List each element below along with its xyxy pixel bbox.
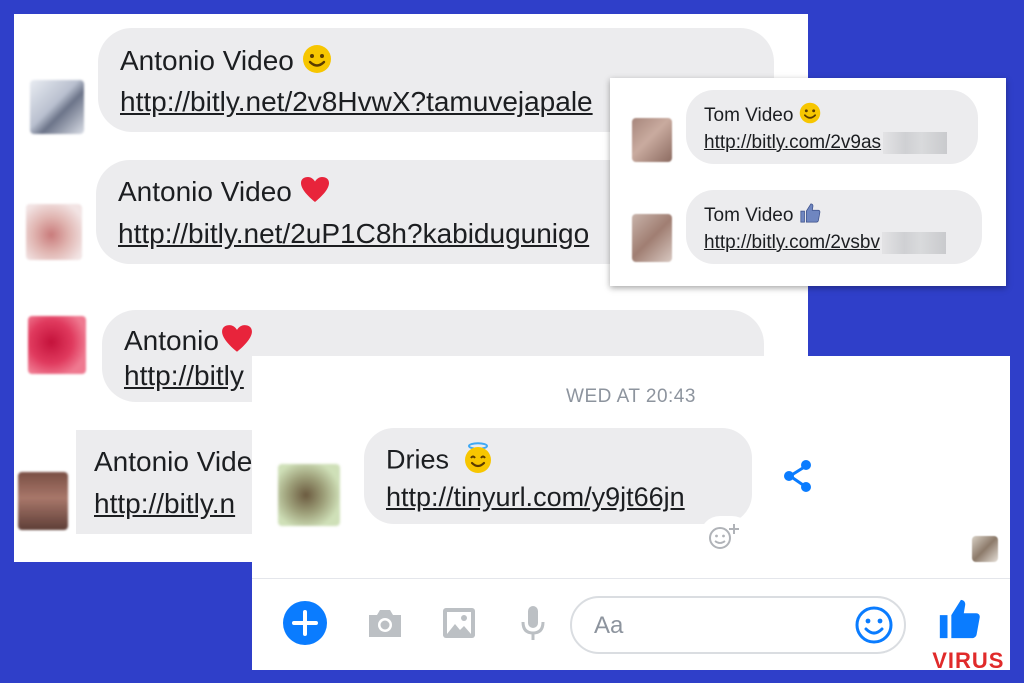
add-reaction-icon bbox=[709, 524, 739, 549]
watermark-logo: LOSVIRUS bbox=[884, 648, 1005, 673]
message-link[interactable]: http://bitly.com/2v9as bbox=[704, 132, 948, 154]
innocent-emoji bbox=[463, 442, 493, 481]
blurred-text bbox=[883, 132, 948, 154]
avatar bbox=[28, 316, 86, 374]
message-bubble[interactable]: Dries http://tinyurl.com/y9jt66jn bbox=[364, 428, 752, 524]
sender-name: Dries bbox=[386, 442, 493, 481]
image-button[interactable] bbox=[436, 600, 482, 646]
timestamp: WED AT 20:43 bbox=[566, 386, 696, 407]
message-link[interactable]: http://tinyurl.com/y9jt66jn bbox=[386, 482, 685, 513]
like-button[interactable] bbox=[936, 596, 982, 642]
smiley-emoji bbox=[799, 102, 821, 130]
share-button[interactable] bbox=[778, 456, 818, 496]
message-link[interactable]: http://bitly.net/2uP1C8h?kabidugunigo bbox=[118, 218, 589, 250]
message-bubble[interactable]: Tom Video http://bitly.com/2vsbv bbox=[686, 190, 982, 264]
sender-name: Antonio Video bbox=[120, 44, 332, 81]
message-input[interactable] bbox=[570, 596, 906, 654]
avatar bbox=[26, 204, 82, 260]
message-link[interactable]: http://bitly.com/2vsbv bbox=[704, 232, 946, 254]
share-icon bbox=[784, 460, 811, 492]
heart-emoji bbox=[221, 324, 253, 361]
thumbs-up-icon bbox=[939, 599, 980, 639]
microphone-icon bbox=[521, 606, 545, 640]
sender-name: Tom Video bbox=[704, 202, 821, 230]
sender-name: Antonio Vide bbox=[94, 446, 253, 477]
message-link[interactable]: http://bitly bbox=[124, 360, 244, 392]
microphone-button[interactable] bbox=[510, 600, 556, 646]
plus-icon bbox=[283, 601, 327, 645]
message-link[interactable]: http://bitly.n bbox=[94, 488, 235, 520]
avatar bbox=[278, 464, 340, 526]
sender-name: Antonio Video bbox=[118, 176, 330, 211]
avatar bbox=[632, 118, 672, 162]
conversation-panel-dries: WED AT 20:43 Dries http://tinyurl.com/y9… bbox=[252, 356, 1010, 670]
camera-button[interactable] bbox=[362, 600, 408, 646]
message-text-field[interactable] bbox=[592, 610, 836, 642]
image-icon bbox=[443, 608, 475, 638]
message-link[interactable]: http://bitly.net/2v8HvwX?tamuvejapale bbox=[120, 86, 593, 118]
heart-emoji bbox=[300, 176, 330, 211]
add-reaction-button[interactable] bbox=[700, 516, 752, 556]
plus-button[interactable] bbox=[282, 600, 328, 646]
avatar bbox=[972, 536, 998, 562]
sender-name: Tom Video bbox=[704, 102, 821, 130]
conversation-panel-tom: Tom Video http://bitly.com/2v9as Tom Vid… bbox=[610, 78, 1006, 286]
avatar bbox=[18, 472, 68, 530]
avatar bbox=[30, 80, 84, 134]
emoji-icon[interactable] bbox=[854, 605, 894, 645]
sender-name: Antonio bbox=[124, 324, 253, 361]
camera-icon bbox=[369, 610, 401, 637]
blurred-text bbox=[882, 232, 946, 254]
thumbs-up-icon bbox=[799, 202, 821, 230]
smiley-emoji bbox=[302, 44, 332, 81]
message-bubble[interactable]: Tom Video http://bitly.com/2v9as bbox=[686, 90, 978, 164]
composer-divider bbox=[252, 578, 1010, 579]
avatar bbox=[632, 214, 672, 262]
